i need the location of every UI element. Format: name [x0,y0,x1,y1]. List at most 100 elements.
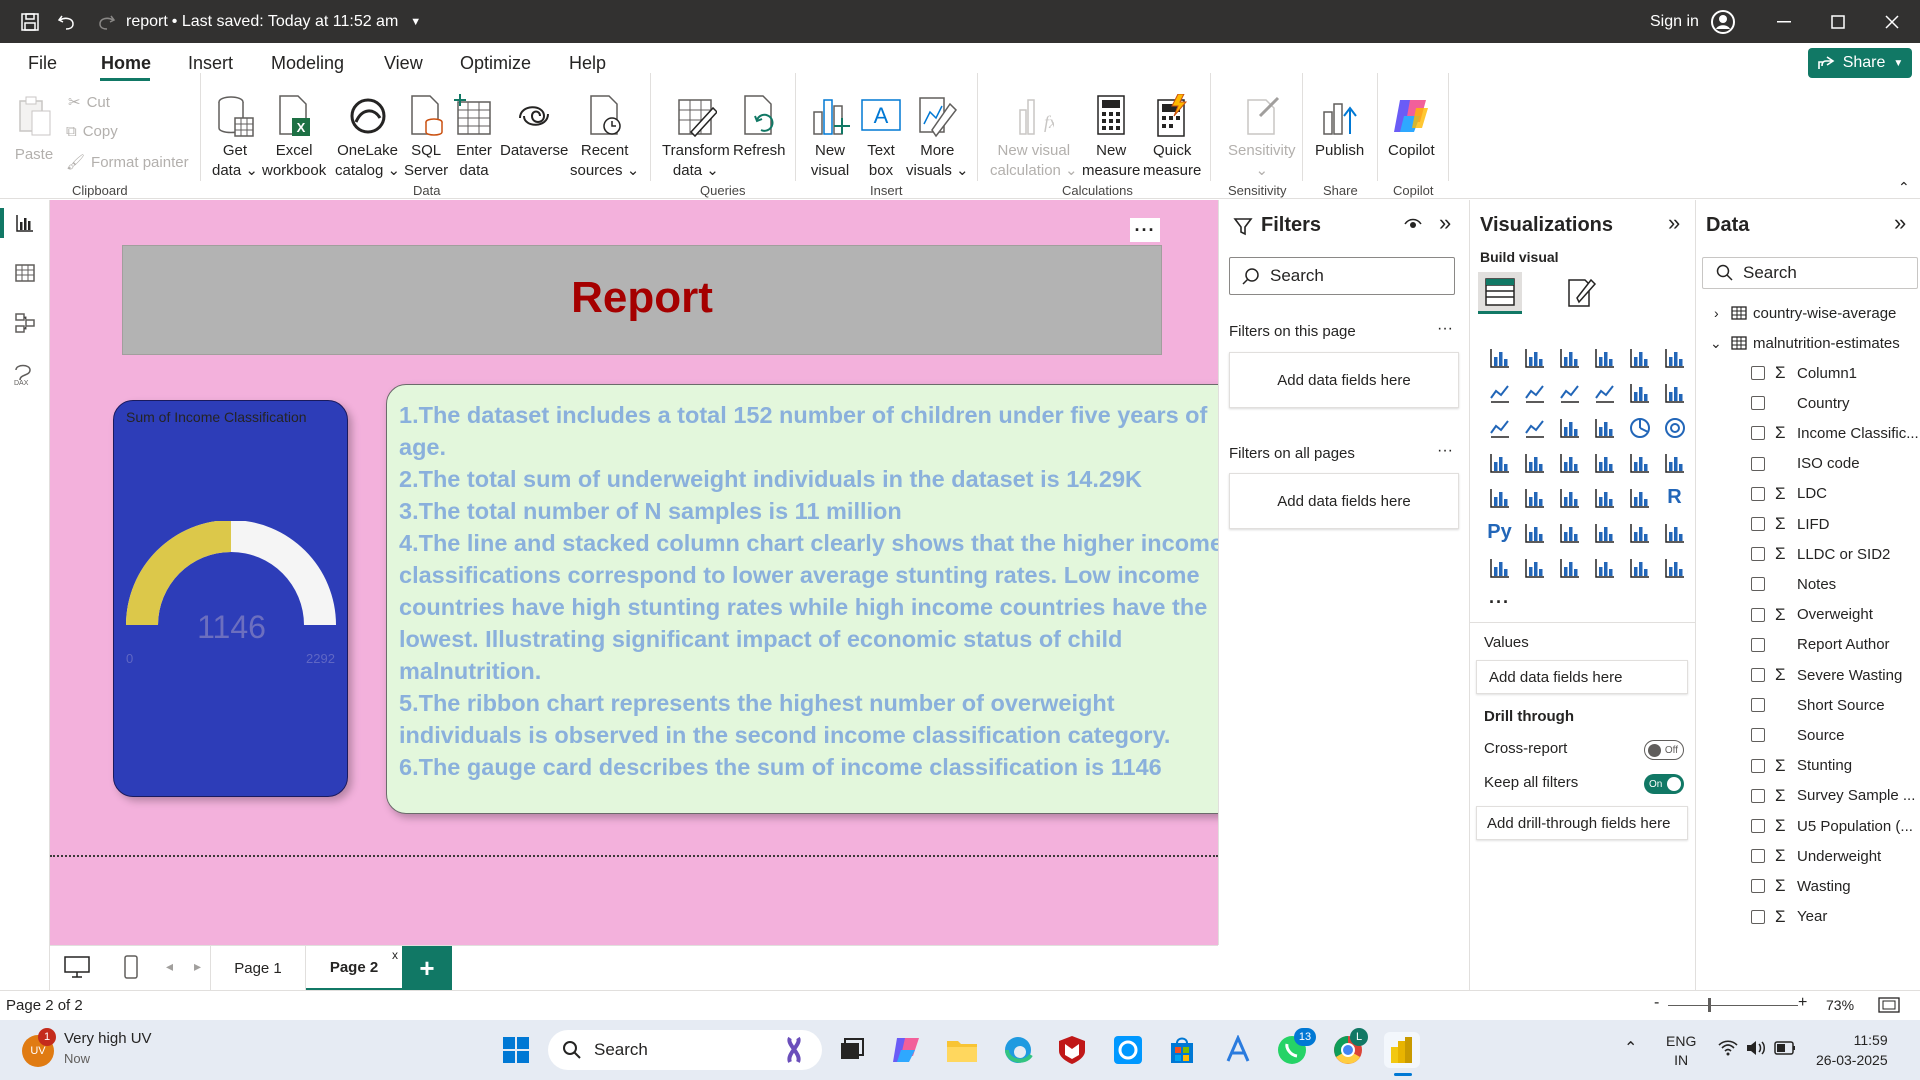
slicer-icon[interactable] [1552,480,1587,515]
redo-icon[interactable] [94,0,118,43]
field-checkbox[interactable] [1751,637,1765,652]
field-item[interactable]: Σ Overweight [1696,600,1920,630]
task-view-icon[interactable] [834,1032,870,1068]
card-icon[interactable] [1657,445,1692,480]
field-checkbox[interactable] [1751,577,1765,592]
r-visual-icon[interactable]: R [1657,480,1692,515]
narrative-icon[interactable] [1622,515,1657,550]
matrix-icon[interactable] [1622,480,1657,515]
fit-to-page-icon[interactable] [1878,997,1900,1017]
100-area-chart-icon[interactable] [1587,375,1622,410]
build-visual-tab[interactable] [1478,272,1522,314]
waterfall-chart-icon[interactable] [1517,410,1552,445]
multi-row-card-icon[interactable] [1482,480,1517,515]
ribbon-chart-icon[interactable] [1482,410,1517,445]
values-field-well[interactable]: Add data fields here [1476,660,1688,694]
model-view-icon[interactable] [14,312,36,339]
add-all-pages-filter-well[interactable]: Add data fields here [1229,473,1459,529]
field-checkbox[interactable] [1751,698,1765,713]
volume-icon[interactable] [1746,1040,1766,1061]
new-visual-calculation-button[interactable]: fx New visual calculation ⌄ [990,93,1078,181]
menu-file[interactable]: File [28,53,57,74]
sign-in-button[interactable]: Sign in [1650,0,1699,43]
undo-icon[interactable] [55,0,79,43]
filled-map-icon[interactable] [1552,445,1587,480]
power-automate-icon[interactable] [1552,550,1587,585]
clock[interactable]: 11:59 26-03-2025 [1816,1030,1888,1070]
copilot-taskbar-icon[interactable] [888,1032,924,1068]
format-visual-icon[interactable] [1565,276,1597,315]
report-view-icon[interactable] [14,212,36,239]
close-page-icon[interactable]: x [392,948,398,962]
field-item[interactable]: Σ U5 Population (... [1696,811,1920,841]
diamond-visual-icon[interactable] [1622,550,1657,585]
100-column-chart-icon[interactable] [1657,340,1692,375]
battery-icon[interactable] [1774,1041,1796,1060]
page-tab-2[interactable]: Page 2 x [306,946,402,991]
add-page-filter-well[interactable]: Add data fields here [1229,352,1459,408]
menu-view[interactable]: View [384,53,423,74]
field-checkbox[interactable] [1751,607,1765,622]
report-canvas[interactable]: ··· Report Sum of Income Classification … [50,200,1244,945]
gauge-icon[interactable] [1622,445,1657,480]
table-visual-icon[interactable] [1587,480,1622,515]
field-item[interactable]: Σ Survey Sample ... [1696,781,1920,811]
more-visuals-button[interactable]: More visuals ⌄ [906,93,969,181]
clustered-column-chart-icon[interactable] [1587,340,1622,375]
more-visuals-icon[interactable]: ··· [1482,585,1517,620]
data-search-input[interactable]: Search [1702,257,1918,289]
store-icon[interactable] [1164,1032,1200,1068]
field-checkbox[interactable] [1751,819,1765,833]
zoom-slider-thumb[interactable] [1708,998,1711,1012]
field-checkbox[interactable] [1751,486,1765,501]
blue-app-icon[interactable] [1110,1032,1146,1068]
transform-data-button[interactable]: Transform data ⌄ [662,93,730,181]
new-visual-button[interactable]: New visual [810,93,850,181]
qa-icon[interactable] [1587,515,1622,550]
stacked-column-chart-icon[interactable] [1517,340,1552,375]
start-button[interactable] [498,1032,534,1068]
file-title[interactable]: report • Last saved: Today at 11:52 am ▼ [126,0,421,43]
new-measure-button[interactable]: New measure [1082,93,1140,181]
field-item[interactable]: Notes [1696,569,1920,599]
key-influencers-icon[interactable] [1517,515,1552,550]
a-app-icon[interactable] [1220,1032,1256,1068]
save-icon[interactable] [18,0,42,43]
share-button[interactable]: Share ▼ [1808,48,1912,78]
menu-modeling[interactable]: Modeling [271,53,344,74]
kpi-icon[interactable] [1517,480,1552,515]
field-item[interactable]: Σ Wasting [1696,871,1920,901]
recent-sources-button[interactable]: Recent sources ⌄ [570,93,639,181]
get-data-button[interactable]: Get data ⌄ [212,93,258,181]
collapse-filters-icon[interactable]: » [1439,210,1451,236]
zoom-level[interactable]: 73% [1826,997,1854,1013]
publish-button[interactable]: Publish [1315,93,1364,161]
field-checkbox[interactable] [1751,517,1765,531]
desktop-layout-icon[interactable] [64,956,90,983]
collapse-ribbon-icon[interactable]: ⌃ [1898,179,1910,196]
enter-data-button[interactable]: Enter data [454,93,494,181]
zoom-slider[interactable] [1668,1005,1798,1006]
field-item[interactable]: Σ LLDC or SID2 [1696,539,1920,569]
language-indicator[interactable]: ENG IN [1666,1032,1696,1070]
map-icon[interactable] [1517,445,1552,480]
collapse-visualizations-icon[interactable]: » [1668,210,1680,236]
field-checkbox[interactable] [1751,849,1765,864]
pie-chart-icon[interactable] [1622,410,1657,445]
filters-search-input[interactable]: Search [1229,257,1455,295]
donut-chart-icon[interactable] [1657,410,1692,445]
taskbar-search[interactable]: Search [548,1030,822,1070]
cut-button[interactable]: ✂ Cut [68,93,110,112]
menu-optimize[interactable]: Optimize [460,53,531,74]
field-item[interactable]: Σ Stunting [1696,751,1920,781]
dax-query-view-icon[interactable]: DAX [12,360,38,391]
minimize-icon[interactable] [1772,0,1796,43]
stacked-area-chart-icon[interactable] [1552,375,1587,410]
collapse-data-icon[interactable]: » [1894,210,1906,236]
report-title-box[interactable]: Report [122,245,1162,355]
wifi-icon[interactable] [1718,1040,1738,1061]
drill-through-field-well[interactable]: Add drill-through fields here [1476,806,1688,840]
keep-all-filters-toggle[interactable]: On [1644,774,1684,794]
field-item[interactable]: Country [1696,388,1920,418]
100-bar-chart-icon[interactable] [1622,340,1657,375]
